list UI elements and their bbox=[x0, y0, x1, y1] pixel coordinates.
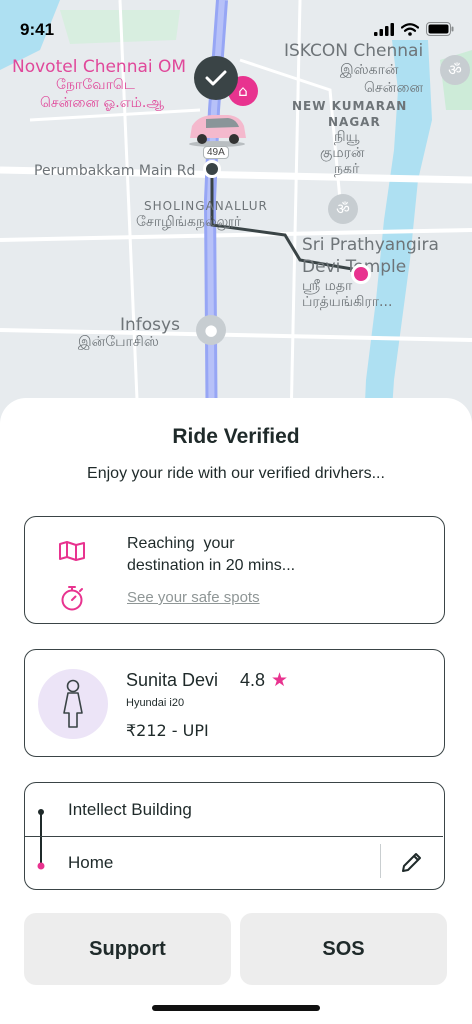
verified-check-icon bbox=[194, 56, 238, 100]
eta-line-1: Reaching your bbox=[127, 535, 235, 552]
fare-amount: ₹212 - UPI bbox=[126, 721, 209, 740]
route-line-icon bbox=[37, 809, 45, 870]
map-label-nagar-tamil-3: நகர் bbox=[334, 161, 360, 177]
map-label-temple-tamil: ஸ்ரீ மதா bbox=[302, 278, 353, 294]
wifi-icon bbox=[401, 22, 419, 36]
eta-line-2: destination in 20 mins... bbox=[127, 557, 296, 574]
sheet-subtitle: Enjoy your ride with our verified drivhe… bbox=[87, 465, 385, 482]
trip-divider bbox=[25, 836, 443, 837]
map-label-temple: Sri Prathyangira bbox=[302, 235, 439, 255]
edit-destination-button[interactable] bbox=[397, 847, 427, 877]
ride-bottom-sheet: Ride Verified Enjoy your ride with our v… bbox=[0, 398, 472, 1024]
battery-icon bbox=[426, 22, 454, 36]
map-label-infosys: Infosys bbox=[120, 315, 180, 335]
eta-text: Reaching your destination in 20 mins... bbox=[127, 533, 295, 577]
destination-marker bbox=[351, 264, 371, 284]
driver-name: Sunita Devi bbox=[126, 670, 219, 690]
map-label-new-kumaran: NEW KUMARAN bbox=[292, 99, 408, 113]
driver-car-model: Hyundai i20 bbox=[126, 697, 185, 709]
sos-button[interactable]: SOS bbox=[240, 913, 447, 985]
map-label-nagar: NAGAR bbox=[328, 115, 381, 129]
status-bar: 9:41 bbox=[0, 0, 472, 56]
map-label-nagar-tamil-2: குமரன் bbox=[320, 145, 365, 161]
home-indicator[interactable] bbox=[152, 1005, 320, 1011]
current-location-marker bbox=[203, 160, 221, 178]
timer-icon bbox=[61, 586, 83, 611]
map-label-novotel: Novotel Chennai OM bbox=[12, 57, 187, 77]
sheet-title: Ride Verified bbox=[172, 425, 300, 448]
pencil-icon bbox=[402, 853, 421, 872]
map-label-perumbakkam: Perumbakkam Main Rd bbox=[34, 163, 196, 179]
map-label-nagar-tamil: நியூ bbox=[334, 129, 360, 145]
map-label-novotel-tamil: நோவோடெ bbox=[56, 77, 135, 93]
map-label-sholinganallur-tamil: சோழிங்கநல்லூர் bbox=[136, 214, 242, 230]
safe-spots-link[interactable]: See your safe spots bbox=[127, 589, 260, 606]
driver-rating: 4.8 bbox=[240, 670, 266, 690]
star-icon: ★ bbox=[271, 669, 289, 691]
office-poi-icon[interactable]: ● bbox=[196, 315, 226, 345]
route-number-tag: 49A bbox=[203, 146, 229, 159]
map-label-novotel-tamil-2: சென்னை ஓ.எம்.ஆ bbox=[40, 95, 165, 111]
driver-avatar bbox=[38, 669, 108, 739]
driver-avatar-icon bbox=[63, 679, 83, 728]
map-label-temple-tamil-2: ப்ரத்யங்கிரா... bbox=[302, 294, 393, 310]
map-label-infosys-tamil: இன்போசிஸ் bbox=[78, 334, 159, 350]
vertical-separator bbox=[380, 844, 381, 878]
map-label-iskcon-tamil-2: சென்னை bbox=[364, 80, 424, 96]
drop-location[interactable]: Home bbox=[68, 853, 113, 873]
signal-icon bbox=[374, 22, 394, 36]
temple-poi-icon[interactable]: ॐ bbox=[328, 194, 358, 224]
status-icons bbox=[374, 22, 454, 36]
trip-card: Intellect Building Home bbox=[24, 782, 445, 890]
map-label-sholinganallur: SHOLINGANALLUR bbox=[144, 199, 268, 213]
driver-card[interactable]: Sunita Devi 4.8 ★ Hyundai i20 ₹212 - UPI bbox=[24, 649, 445, 757]
status-time: 9:41 bbox=[20, 20, 55, 39]
map-icon bbox=[59, 541, 85, 561]
eta-card: Reaching your destination in 20 mins... … bbox=[24, 516, 445, 624]
map-label-iskcon-tamil: இஸ்கான் bbox=[340, 62, 399, 78]
temple-poi-icon[interactable]: ॐ bbox=[440, 55, 470, 85]
pickup-location[interactable]: Intellect Building bbox=[68, 800, 192, 820]
support-button[interactable]: Support bbox=[24, 913, 231, 985]
